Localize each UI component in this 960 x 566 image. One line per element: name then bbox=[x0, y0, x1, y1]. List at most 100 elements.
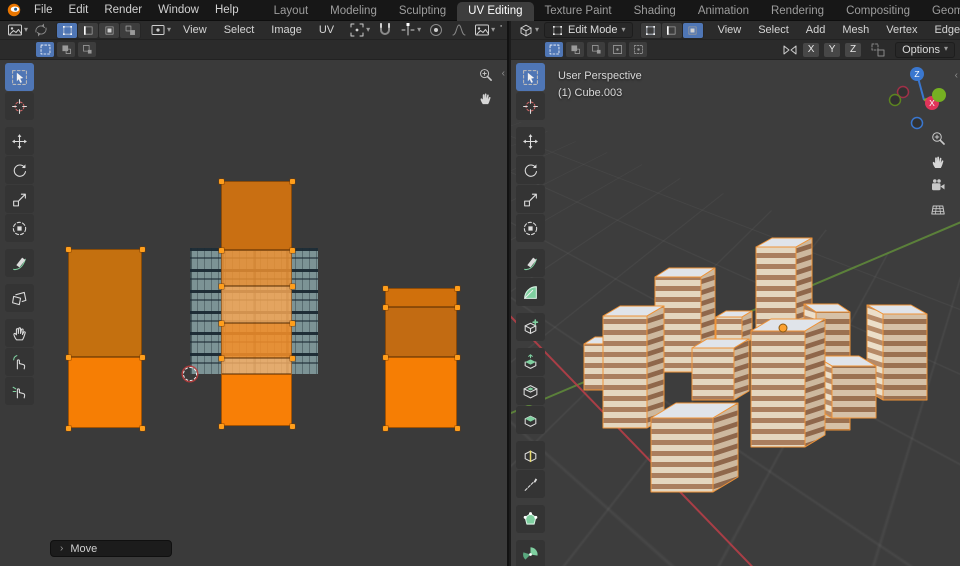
uv-vertex-dot[interactable] bbox=[219, 321, 224, 326]
uv-vertex-dot[interactable] bbox=[383, 426, 388, 431]
uv-island-right-face[interactable] bbox=[385, 288, 457, 307]
sticky-select-dropdown[interactable]: ▾ bbox=[148, 22, 173, 38]
select-mode-edge[interactable] bbox=[662, 23, 682, 38]
tool-annotate[interactable] bbox=[5, 249, 34, 277]
uv-select-mode-edge[interactable] bbox=[78, 23, 98, 38]
uv-vertex-dot[interactable] bbox=[219, 424, 224, 429]
uv-island-left-face[interactable] bbox=[68, 357, 142, 428]
tool-move[interactable] bbox=[516, 127, 545, 155]
tab-shading[interactable]: Shading bbox=[623, 2, 687, 21]
tool-cursor[interactable] bbox=[516, 92, 545, 120]
tool-extrude-region[interactable] bbox=[516, 348, 545, 376]
uv-vertex-dot[interactable] bbox=[290, 179, 295, 184]
viewport-menu-mesh[interactable]: Mesh bbox=[835, 24, 876, 36]
viewport-menu-edge[interactable]: Edge bbox=[927, 24, 960, 36]
viewport-sidebar-collapse-arrow[interactable]: ‹ bbox=[955, 70, 958, 81]
tab-texture-paint[interactable]: Texture Paint bbox=[534, 2, 623, 21]
uv-vertex-dot[interactable] bbox=[219, 248, 224, 253]
viewport-tool-setting-ovr-active[interactable] bbox=[545, 42, 563, 57]
uv-editor-type-button[interactable]: ▾ bbox=[5, 22, 30, 38]
select-mode-vertex[interactable] bbox=[641, 23, 661, 38]
viewport-ortho-button[interactable] bbox=[928, 200, 948, 220]
menu-render[interactable]: Render bbox=[96, 4, 150, 16]
mirror-axis-y-button[interactable]: Y bbox=[824, 43, 840, 57]
tab-compositing[interactable]: Compositing bbox=[835, 2, 921, 21]
uv-vertex-dot[interactable] bbox=[219, 356, 224, 361]
tool-cursor[interactable] bbox=[5, 92, 34, 120]
pivot-dropdown[interactable]: ▾ bbox=[347, 22, 372, 38]
tool-bevel[interactable] bbox=[516, 406, 545, 434]
tab-modeling[interactable]: Modeling bbox=[319, 2, 388, 21]
uv-island-middle-face[interactable] bbox=[221, 374, 292, 426]
snap-target-dropdown[interactable]: ▾ bbox=[398, 22, 423, 38]
uv-vertex-dot[interactable] bbox=[383, 305, 388, 310]
uv-vertex-dot[interactable] bbox=[383, 286, 388, 291]
tool-poly-build[interactable] bbox=[516, 505, 545, 533]
viewport-tool-setting-ovr-1[interactable] bbox=[566, 42, 584, 57]
uv-vertex-dot[interactable] bbox=[455, 355, 460, 360]
falloff-dropdown[interactable] bbox=[449, 22, 469, 38]
uv-tool-setting-ovr-2[interactable] bbox=[78, 42, 96, 57]
uv-vertex-dot[interactable] bbox=[455, 305, 460, 310]
tool-loop-cut[interactable] bbox=[516, 441, 545, 469]
tab-rendering[interactable]: Rendering bbox=[760, 2, 835, 21]
tool-pinch[interactable] bbox=[5, 377, 34, 405]
proportional-edit-toggle[interactable] bbox=[426, 22, 446, 38]
tool-inset-faces[interactable] bbox=[516, 377, 545, 405]
uv-select-mode-island[interactable] bbox=[120, 23, 140, 38]
tool-rip-region[interactable] bbox=[5, 284, 34, 312]
tool-rotate[interactable] bbox=[5, 156, 34, 184]
tab-uv-editing[interactable]: UV Editing bbox=[457, 2, 533, 21]
uv-vertex-dot[interactable] bbox=[140, 247, 145, 252]
snap-toggle[interactable] bbox=[375, 22, 395, 38]
tool-scale[interactable] bbox=[5, 185, 34, 213]
uv-tool-setting-ovr-1[interactable] bbox=[57, 42, 75, 57]
uv-vertex-dot[interactable] bbox=[290, 356, 295, 361]
viewport-hand-button[interactable] bbox=[928, 152, 948, 172]
image-selector[interactable]: ▾ bbox=[472, 22, 497, 38]
tool-move[interactable] bbox=[5, 127, 34, 155]
blender-logo-icon[interactable] bbox=[6, 2, 22, 18]
redo-panel[interactable]: › Move bbox=[50, 540, 172, 557]
tab-geometry-nodes[interactable]: Geometry Nodes bbox=[921, 2, 960, 21]
viewport-editor-type-button[interactable]: ▾ bbox=[516, 22, 541, 38]
mirror-axis-x-button[interactable]: X bbox=[803, 43, 819, 57]
uv-vertex-dot[interactable] bbox=[290, 424, 295, 429]
uv-select-mode-face[interactable] bbox=[99, 23, 119, 38]
uv-tool-setting-ovr-active[interactable] bbox=[36, 42, 54, 57]
uv-island-left-face[interactable] bbox=[68, 249, 142, 357]
tool-add-cube[interactable] bbox=[516, 313, 545, 341]
viewport-menu-vertex[interactable]: Vertex bbox=[879, 24, 924, 36]
uv-island-right-face[interactable] bbox=[385, 307, 457, 357]
viewport-camera-button[interactable] bbox=[928, 176, 948, 196]
tab-sculpting[interactable]: Sculpting bbox=[388, 2, 457, 21]
tool-annotate[interactable] bbox=[516, 249, 545, 277]
options-dropdown[interactable]: Options▾ bbox=[895, 42, 955, 58]
uv-zoom-button[interactable] bbox=[475, 64, 495, 84]
uv-menu-image[interactable]: Image bbox=[264, 24, 309, 36]
mirror-icon[interactable] bbox=[782, 42, 798, 58]
tool-rotate[interactable] bbox=[516, 156, 545, 184]
uv-vertex-dot[interactable] bbox=[290, 248, 295, 253]
uv-select-mode-vertex[interactable] bbox=[57, 23, 77, 38]
sync-selection-icon[interactable] bbox=[33, 22, 49, 38]
tool-transform[interactable] bbox=[516, 214, 545, 242]
snap-options-button[interactable] bbox=[868, 42, 888, 58]
uv-canvas[interactable]: › Move ‹ bbox=[0, 60, 507, 566]
uv-vertex-dot[interactable] bbox=[455, 286, 460, 291]
viewport-menu-select[interactable]: Select bbox=[751, 24, 796, 36]
uv-island-middle-face[interactable] bbox=[221, 250, 292, 286]
uv-vertex-dot[interactable] bbox=[455, 426, 460, 431]
menu-file[interactable]: File bbox=[26, 4, 61, 16]
viewport-tool-setting-ovr-3[interactable] bbox=[608, 42, 626, 57]
uv-menu-view[interactable]: View bbox=[176, 24, 214, 36]
uv-island-middle-face[interactable] bbox=[221, 181, 292, 250]
blender-logo-icon[interactable] bbox=[6, 2, 22, 18]
tab-layout[interactable]: Layout bbox=[263, 2, 320, 21]
tool-tweak-select[interactable] bbox=[5, 63, 34, 91]
tool-measure[interactable] bbox=[516, 278, 545, 306]
mirror-axis-z-button[interactable]: Z bbox=[845, 43, 861, 57]
menu-window[interactable]: Window bbox=[150, 4, 207, 16]
uv-vertex-dot[interactable] bbox=[290, 284, 295, 289]
select-mode-face[interactable] bbox=[683, 23, 703, 38]
